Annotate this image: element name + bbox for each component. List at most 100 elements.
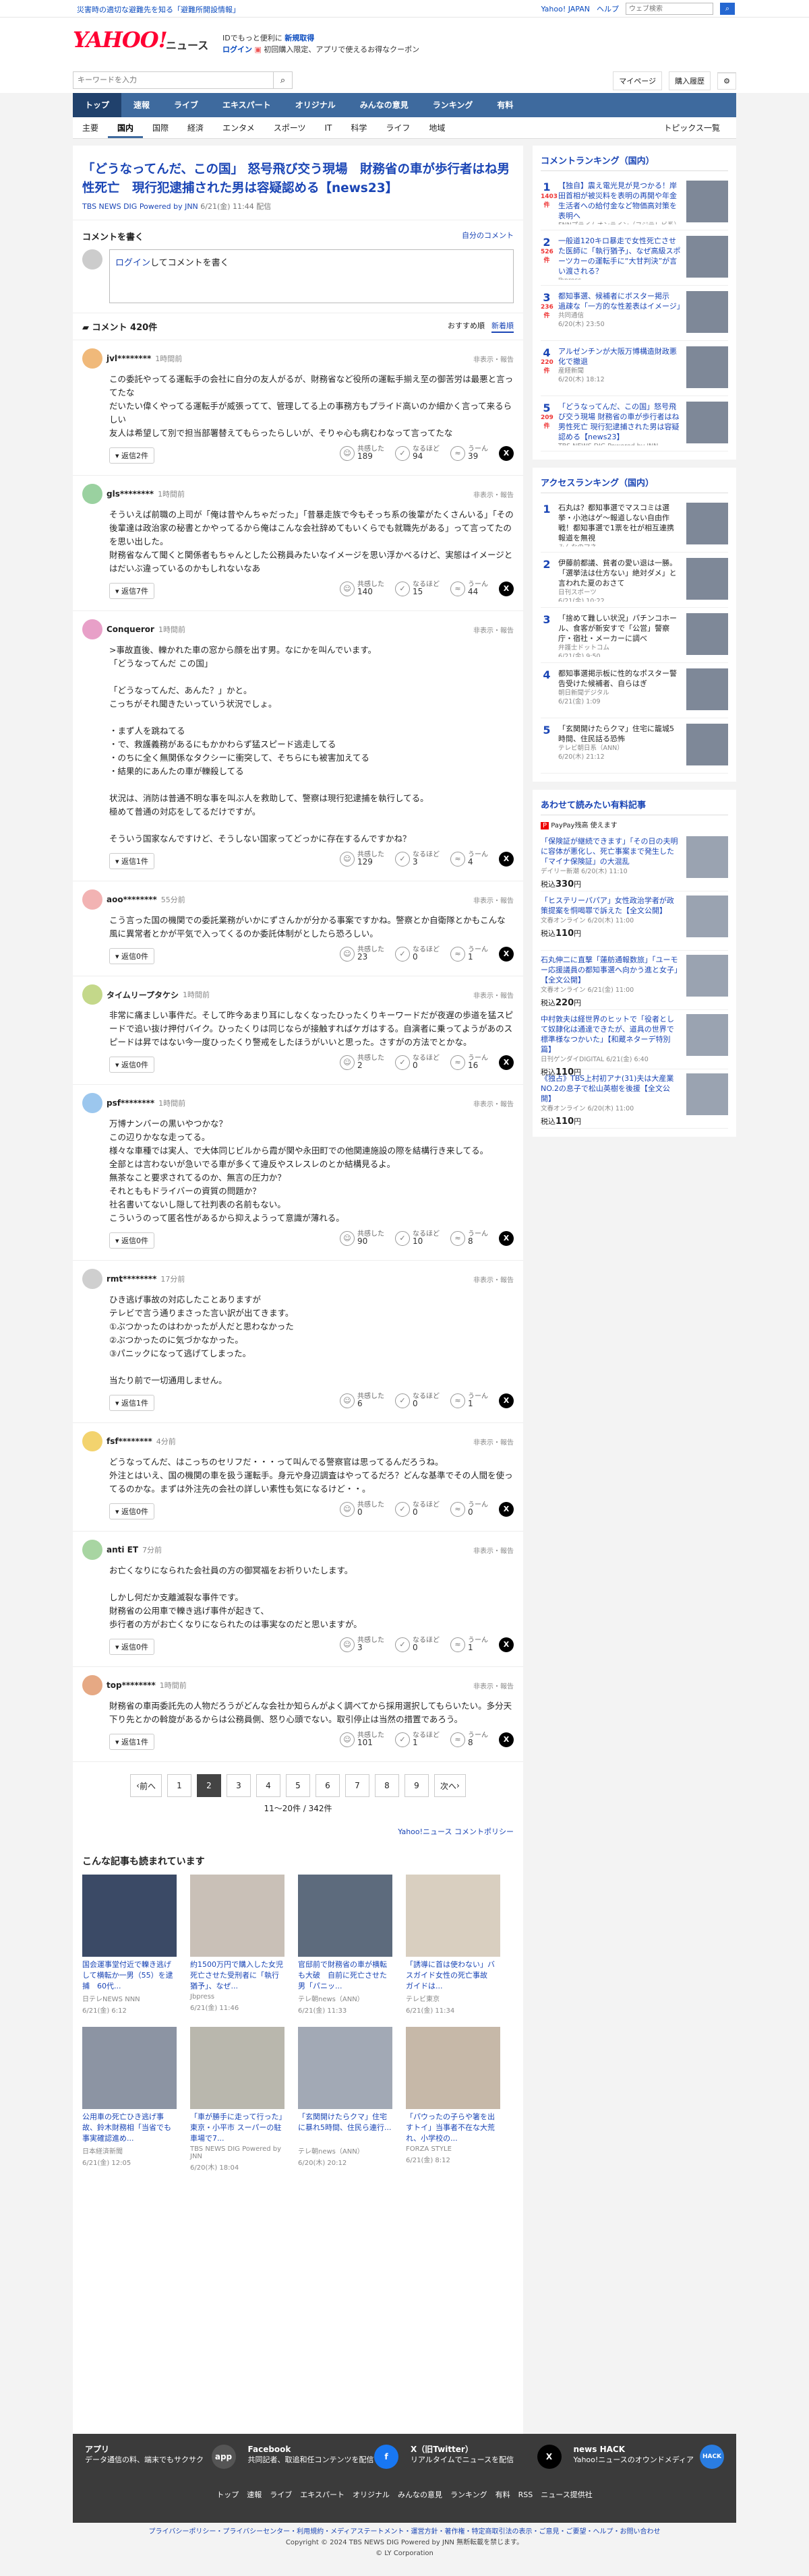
sort-new[interactable]: 新着順 <box>491 320 514 333</box>
comment-author[interactable]: タイムリープタケシ <box>107 989 179 1001</box>
news-hack-icon[interactable]: HACK <box>700 2445 724 2469</box>
cat-science[interactable]: 科学 <box>341 117 376 138</box>
page-4[interactable]: 4 <box>256 1774 280 1797</box>
topics-list-link[interactable]: トピックス一覧 <box>654 117 729 139</box>
footer-nav-item[interactable]: 速報 <box>247 2490 262 2499</box>
related-card[interactable]: 官邸前で財務省の車が横転も大破 自前に死亡させた男「パニッ... テレ朝news（… <box>298 1875 392 2015</box>
yahoo-logo[interactable]: YAHOO! <box>73 27 168 53</box>
footer-nav-item[interactable]: 有料 <box>496 2490 510 2499</box>
comment-author[interactable]: Conqueror <box>107 625 154 634</box>
paid-item[interactable]: 中村敦夫は経世界のヒットで「役者として奴隷化は通達できたが、道具の世界で標準様な… <box>541 1010 728 1077</box>
gnav-expert[interactable]: エキスパート <box>210 93 283 117</box>
related-title[interactable]: 「玄関開けたらクマ」住宅に暴れ5時間、住民ら連行... <box>298 2112 392 2144</box>
footer-nav-item[interactable]: オリジナル <box>353 2490 390 2499</box>
reaction-hmm-button[interactable]: ≈ うーん 8 <box>450 1230 488 1246</box>
ranking-item[interactable]: 2 526 件 一般道120キロ暴走で女性死亡させた医師に「執行猶予」、なぜ高級スポー… <box>541 230 728 286</box>
reaction-empathy-button[interactable]: ☺ 共感した 3 <box>340 1637 384 1652</box>
related-thumbnail[interactable] <box>298 1875 392 1957</box>
access-item[interactable]: 1 石丸は？都知事選でマスコミは選挙・小池はゲ〜報道しない自由作戦！都知事選で1票… <box>541 497 728 553</box>
footer-nav-item[interactable]: RSS <box>518 2490 533 2499</box>
access-item[interactable]: 4 都知事選掲示板に性的なポスター警告受けた候補者、自らはぎ 朝日新聞デジタル 6/2… <box>541 663 728 718</box>
ranking-thumbnail[interactable] <box>686 181 728 222</box>
cat-economy[interactable]: 経済 <box>178 117 213 138</box>
access-thumbnail[interactable] <box>686 668 728 710</box>
related-thumbnail[interactable] <box>82 1875 177 1957</box>
cat-world[interactable]: 国際 <box>143 117 178 138</box>
help-link[interactable]: ヘルプ <box>597 3 619 14</box>
related-card[interactable]: 「車が勝手に走って行った」東京・小平市 スーパーの駐車場で7... TBS NEW… <box>190 2027 284 2172</box>
reply-toggle-button[interactable]: ▾ 返信0件 <box>109 1503 155 1519</box>
gnav-ranking[interactable]: ランキング <box>421 93 485 117</box>
paid-thumbnail[interactable] <box>686 1014 728 1056</box>
comment-author[interactable]: aoo******** <box>107 895 157 904</box>
related-title[interactable]: 「車が勝手に走って行った」東京・小平市 スーパーの駐車場で7... <box>190 2112 284 2144</box>
cat-domestic[interactable]: 国内 <box>108 117 144 138</box>
x-share-icon[interactable]: X <box>499 1732 514 1747</box>
page-1[interactable]: 1 <box>167 1774 191 1797</box>
paid-thumbnail[interactable] <box>686 1073 728 1115</box>
app-icon[interactable]: app <box>211 2445 236 2469</box>
access-thumbnail[interactable] <box>686 558 728 600</box>
x-share-icon[interactable]: X <box>499 1393 514 1408</box>
news-search-button[interactable]: ⌕ <box>273 72 292 88</box>
sort-recommended[interactable]: おすすめ順 <box>448 320 485 333</box>
paid-item[interactable]: 「保険証が継続できます」「その日の夫明に容体が悪化し、死亡事案まで発生した「マイ… <box>541 832 728 891</box>
x-share-icon[interactable]: X <box>499 445 514 461</box>
hide-report-link[interactable]: 非表示・報告 <box>473 1098 514 1108</box>
legal-links[interactable]: プライバシーポリシー・プライバシーセンター・利用規約・メディアステートメント・運… <box>149 2528 661 2536</box>
prev-page-button[interactable]: ‹ 前へ <box>130 1774 162 1797</box>
related-title[interactable]: 官邸前で財務省の車が横転も大破 自前に死亡させた男「パニッ... <box>298 1959 392 1992</box>
x-share-icon[interactable]: X <box>499 581 514 596</box>
reaction-empathy-button[interactable]: ☺ 共感した 2 <box>340 1055 384 1070</box>
gnav-original[interactable]: オリジナル <box>283 93 348 117</box>
reply-toggle-button[interactable]: ▾ 返信0件 <box>109 948 155 964</box>
reaction-empathy-button[interactable]: ☺ 共感した 0 <box>340 1501 384 1517</box>
hide-report-link[interactable]: 非表示・報告 <box>473 1274 514 1284</box>
cat-life[interactable]: ライフ <box>376 117 419 138</box>
access-thumbnail[interactable] <box>686 613 728 655</box>
gnav-live[interactable]: ライブ <box>162 93 210 117</box>
paid-thumbnail[interactable] <box>686 955 728 997</box>
related-thumbnail[interactable] <box>190 2027 284 2109</box>
access-title[interactable]: 「玄関開けたらクマ」住宅に籠城5時間、住民話る恐怖 <box>558 724 681 744</box>
paid-title[interactable]: 中村敦夫は経世界のヒットで「役者として奴隷化は通達できたが、道具の世界で標準様な… <box>541 1014 681 1055</box>
reaction-empathy-button[interactable]: ☺ 共感した 23 <box>340 946 384 962</box>
access-title[interactable]: 「捨めて難しい状況」パチンコホール、食客が新安すで「公営」警察庁・宿社・メーカー… <box>558 613 681 643</box>
ranking-title[interactable]: アルゼンチンが大阪万博構造財政悪化で撤退 <box>558 346 681 367</box>
reply-toggle-button[interactable]: ▾ 返信1件 <box>109 853 155 869</box>
next-page-button[interactable]: 次へ › <box>434 1774 466 1797</box>
footer-nav-item[interactable]: みんなの意見 <box>398 2490 442 2499</box>
reaction-insight-button[interactable]: ✓ なるほど 0 <box>395 1637 440 1652</box>
paid-thumbnail[interactable] <box>686 836 728 878</box>
news-search-input[interactable] <box>73 72 273 88</box>
page-8[interactable]: 8 <box>375 1774 399 1797</box>
settings-button[interactable]: ⚙ <box>717 72 736 90</box>
ranking-thumbnail[interactable] <box>686 236 728 278</box>
access-title[interactable]: 石丸は？都知事選でマスコミは選挙・小池はゲ〜報道しない自由作戦！都知事選で1票を… <box>558 503 681 543</box>
footer-x-block[interactable]: X（旧Twitter） リアルタイムでニュースを配信 X <box>411 2445 562 2469</box>
reaction-hmm-button[interactable]: ≈ うーん 39 <box>450 445 488 461</box>
reaction-hmm-button[interactable]: ≈ うーん 44 <box>450 581 488 596</box>
article-title[interactable]: 「どうなってんだ、この国」 怒号飛び交う現場 財務省の車が歩行者はね男性死亡 現… <box>82 160 514 198</box>
related-title[interactable]: 国会運事堂付近で轢き逃げして横転か一男（55）を逮捕 60代... <box>82 1959 177 1992</box>
reaction-insight-button[interactable]: ✓ なるほど 94 <box>395 445 440 461</box>
ranking-thumbnail[interactable] <box>686 291 728 333</box>
reply-toggle-button[interactable]: ▾ 返信1件 <box>109 1734 155 1750</box>
reply-toggle-button[interactable]: ▾ 返信0件 <box>109 1232 155 1249</box>
footer-nav-item[interactable]: トップ <box>216 2490 239 2499</box>
x-icon[interactable]: X <box>537 2445 562 2469</box>
ranking-title[interactable]: 都知事選、候補者にボスター掲示 過疎な「一方的な性差表はイメージ」 <box>558 291 681 311</box>
related-title[interactable]: 約1500万円で購入した女児死亡させた受刑者に「執行猶予」、なぜ... <box>190 1959 284 1992</box>
footer-newshack-block[interactable]: news HACK Yahoo!ニュースのオウンドメディア HACK <box>574 2445 724 2469</box>
paid-title[interactable]: 《独占》TBS上村初アナ(31)夫は大産業NO.2の息子で松山英樹を後援【全文公… <box>541 1073 681 1104</box>
related-thumbnail[interactable] <box>82 2027 177 2109</box>
related-card[interactable]: 「誘導に首は使わない」バスガイド女性の死亡事故 ガイドは... テレビ東京 6/21… <box>406 1875 500 2015</box>
cat-main[interactable]: 主要 <box>73 117 108 138</box>
reaction-empathy-button[interactable]: ☺ 共感した 101 <box>340 1732 384 1747</box>
reaction-insight-button[interactable]: ✓ なるほど 3 <box>395 851 440 867</box>
comment-author[interactable]: anti ET <box>107 1545 138 1554</box>
facebook-icon[interactable]: f <box>374 2445 398 2469</box>
hide-report-link[interactable]: 非表示・報告 <box>473 354 514 364</box>
reaction-hmm-button[interactable]: ≈ うーん 16 <box>450 1055 488 1070</box>
x-share-icon[interactable]: X <box>499 1501 514 1517</box>
